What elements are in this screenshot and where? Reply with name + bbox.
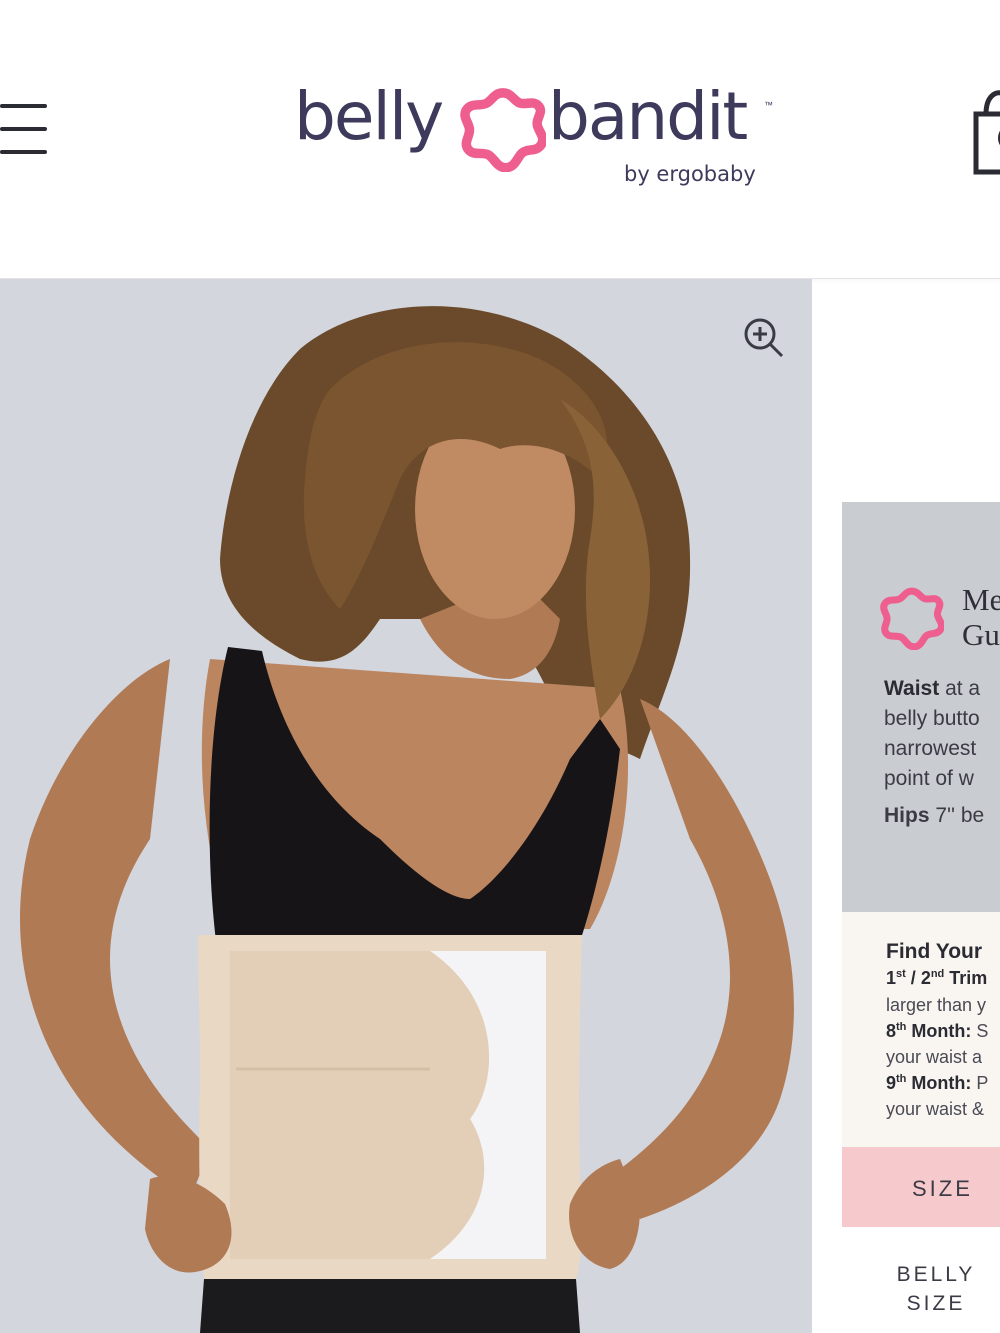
eighth-month-detail: your waist a [886,1047,983,1067]
logo-tagline: by ergobaby [624,162,756,186]
model-wearing-belly-wrap-image [20,306,794,1333]
site-header: belly bandit ™ by ergobaby [0,0,1000,279]
trimester-line: 1st / 2nd Trim [886,968,988,988]
belly-bandit-logo[interactable]: belly bandit ™ by ergobaby [290,78,790,198]
size-guide-panel: Me Gu Waist at a belly butto narrowest p… [842,502,1000,1333]
zoom-in-icon[interactable] [742,316,784,358]
ninth-month-line: 9th Month: P [886,1073,989,1093]
hamburger-menu-icon[interactable] [0,104,48,154]
guide-title: Me Gu [962,582,1000,652]
hips-instructions: Hips 7'' be [884,804,985,827]
trimester-detail: larger than y [886,995,987,1015]
flower-icon [880,587,944,650]
eighth-month-line: 8th Month: S [886,1021,989,1041]
find-your-size-title: Find Your [886,940,983,963]
logo-word-bandit: bandit [548,78,748,155]
logo-word-belly: belly [294,78,444,155]
size-column-header: SIZE [912,1176,973,1201]
hips-label: Hips [884,804,930,827]
shopping-bag-icon[interactable] [972,88,1000,176]
waist-label: Waist [884,677,940,700]
trademark-symbol: ™ [764,100,773,110]
flower-icon [460,88,546,172]
product-image[interactable] [0,279,812,1333]
ninth-month-detail: your waist & [886,1099,985,1119]
belly-size-column-header: BELLY SIZE [896,1263,976,1315]
waist-instructions: Waist at a belly butto narrowest point o… [884,677,981,790]
